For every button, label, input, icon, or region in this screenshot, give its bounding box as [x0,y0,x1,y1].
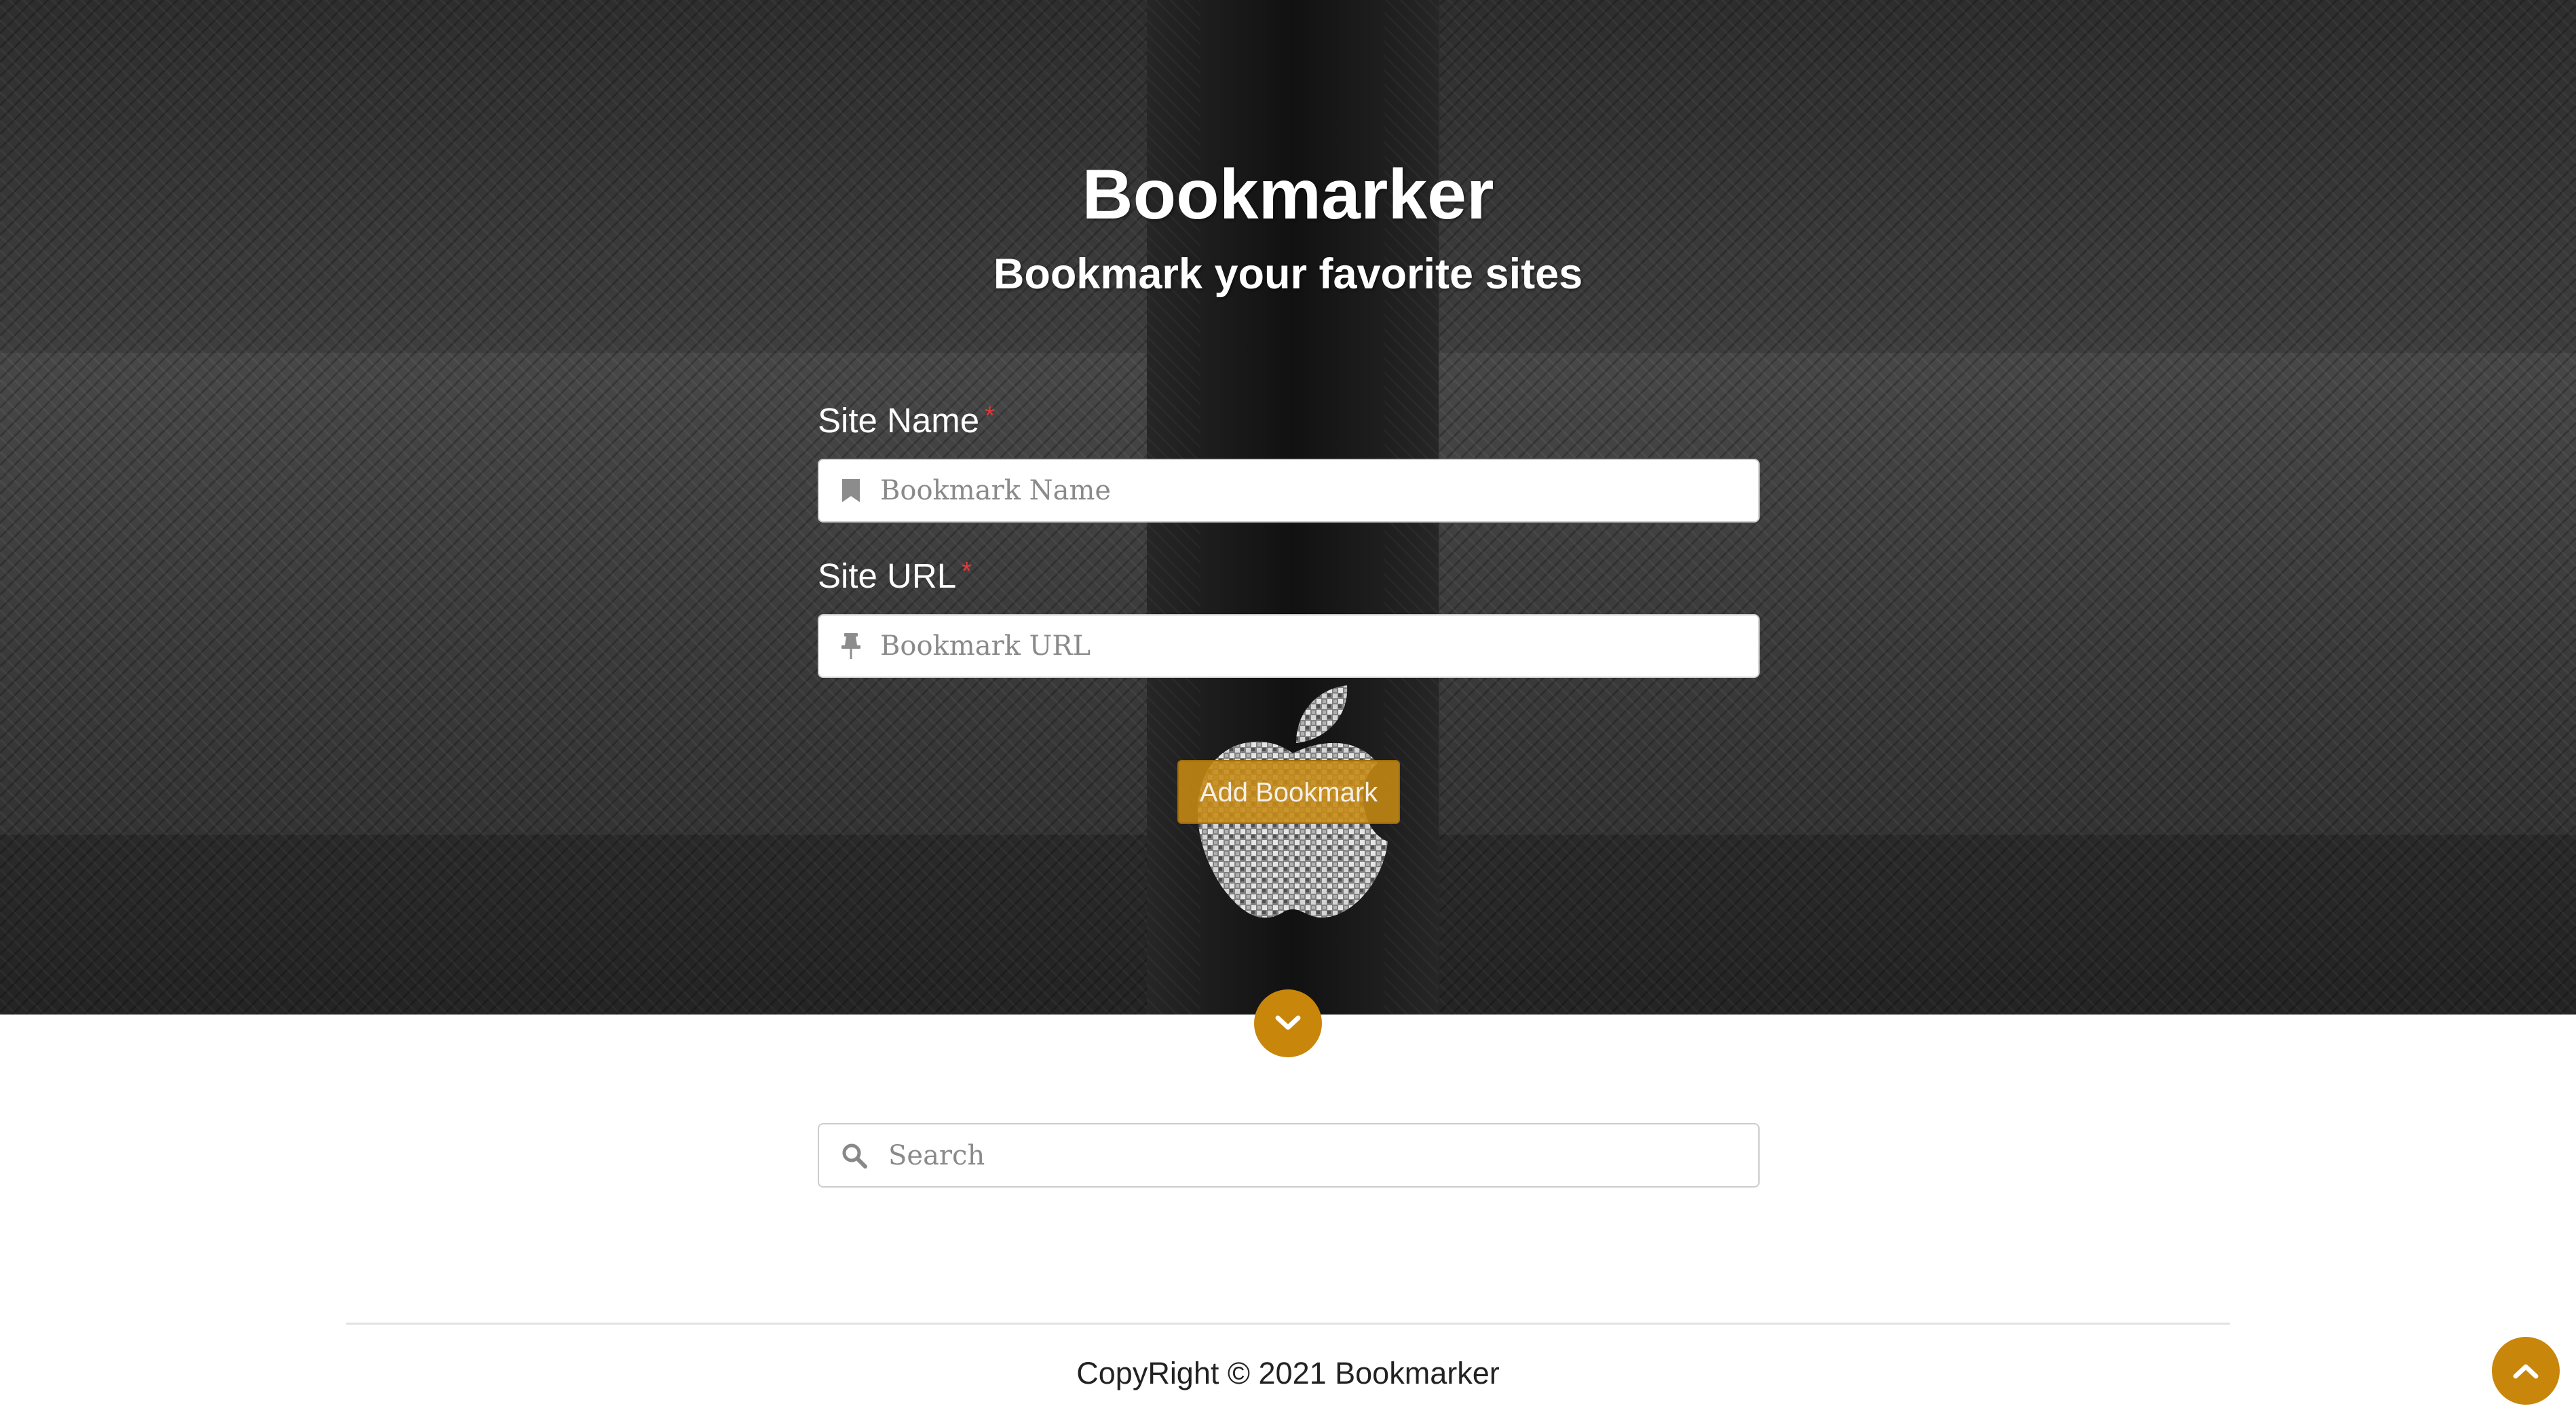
chevron-up-icon [2513,1364,2539,1379]
search-field[interactable] [818,1123,1760,1188]
site-url-label: Site URL * [818,558,972,593]
add-bookmark-button[interactable]: Add Bookmark [1177,760,1400,824]
site-url-field[interactable] [818,614,1760,678]
back-to-top-button[interactable] [2492,1337,2560,1405]
copyright-text: CopyRight © 2021 Bookmarker [1076,1356,1500,1390]
bookmark-icon [839,477,863,504]
search-icon [841,1142,868,1169]
hero-section: Bookmarker Bookmark your favorite sites … [0,0,2576,1015]
site-name-input[interactable] [880,463,1758,518]
site-url-label-text: Site URL [818,556,957,595]
scroll-down-button[interactable] [1254,989,1322,1057]
site-url-input[interactable] [880,619,1758,673]
search-input[interactable] [888,1128,1758,1183]
site-name-label-text: Site Name [818,401,980,440]
required-indicator: * [962,557,972,586]
required-indicator: * [985,402,995,430]
site-name-field[interactable] [818,459,1760,523]
chevron-down-icon [1275,1015,1301,1030]
thumbtack-icon [839,632,863,660]
site-name-label: Site Name * [818,403,995,438]
page-subtitle: Bookmark your favorite sites [993,250,1583,298]
page-title: Bookmarker [1082,155,1494,234]
footer-divider [346,1323,2230,1325]
